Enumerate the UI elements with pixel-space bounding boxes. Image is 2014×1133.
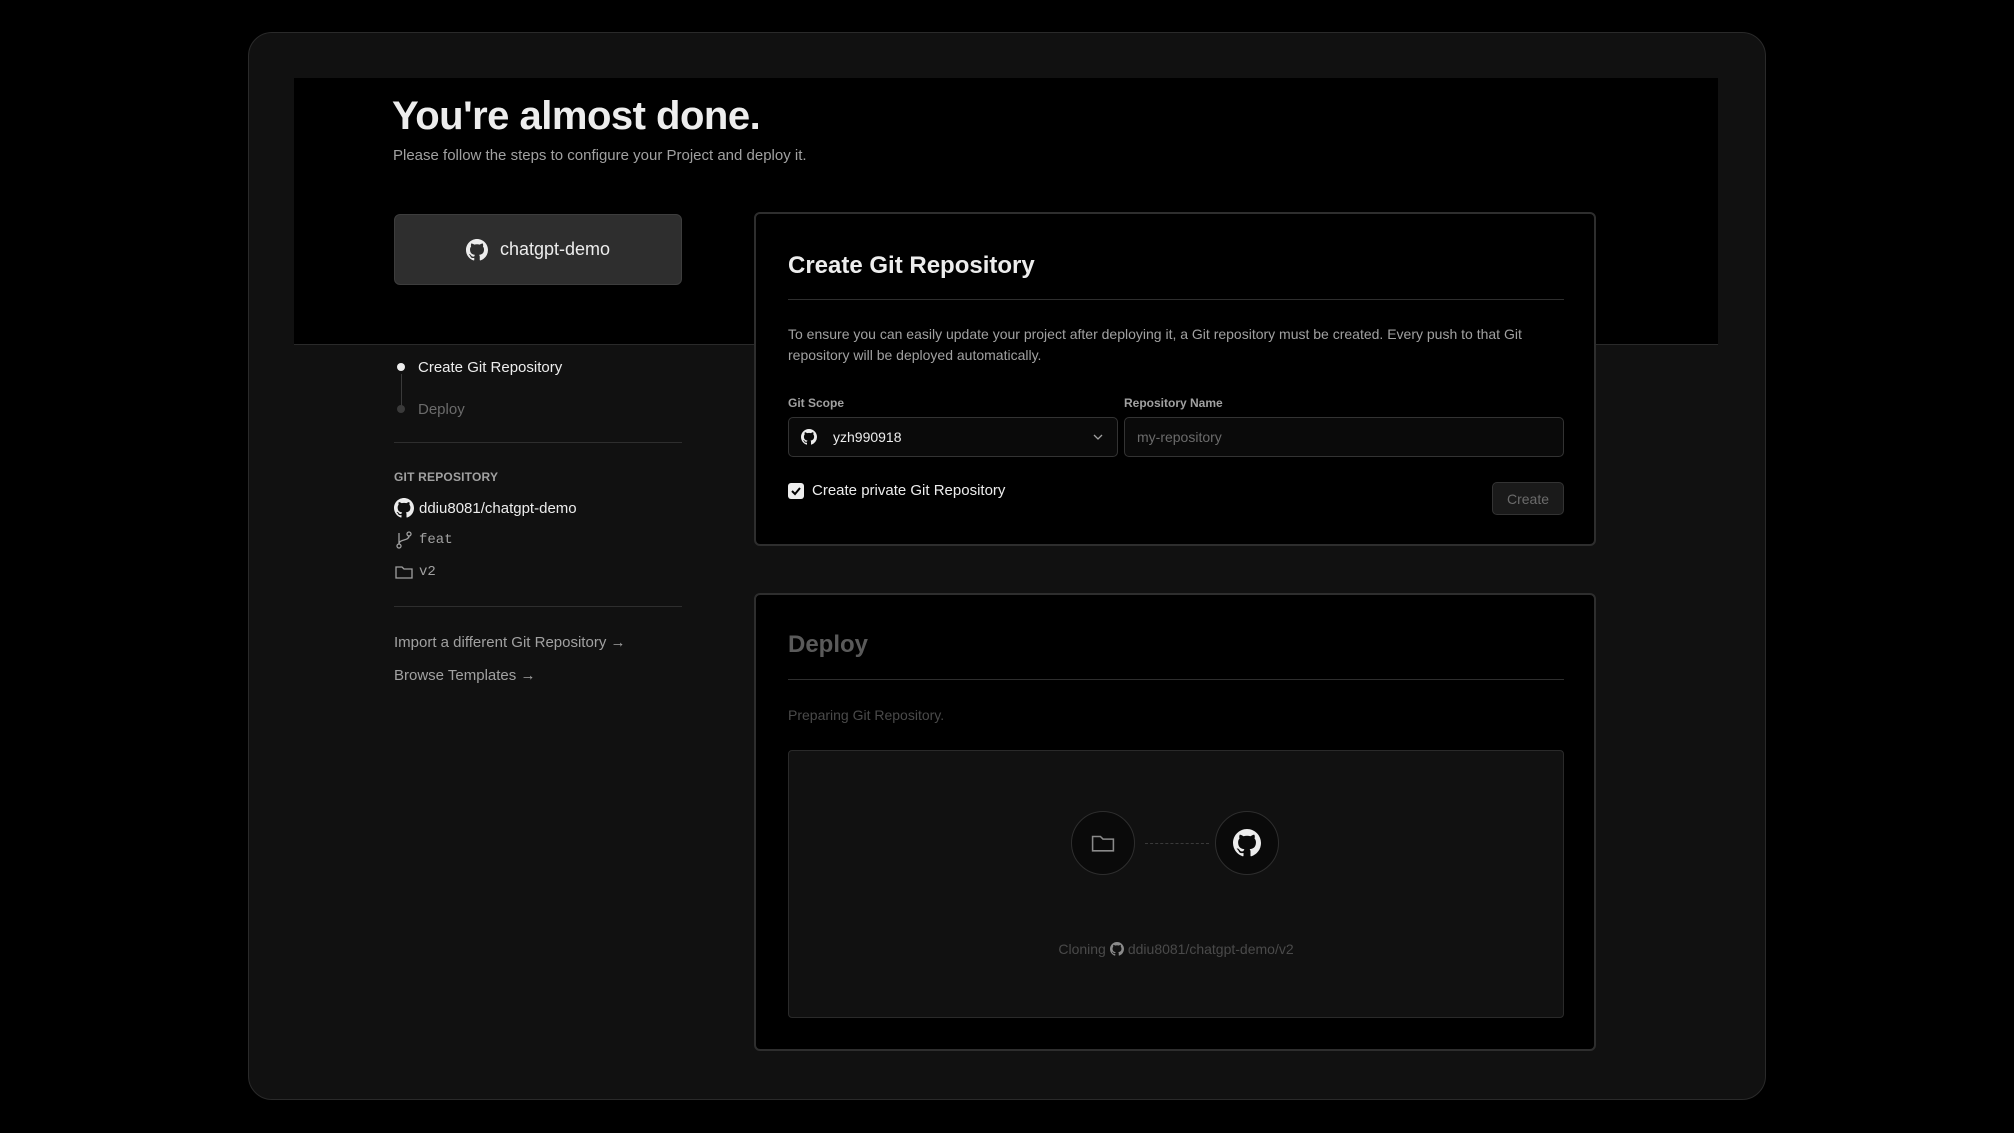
chevron-down-icon (1091, 430, 1105, 444)
sidebar-divider (394, 606, 682, 607)
github-icon (465, 238, 488, 261)
page-title: You're almost done. (392, 94, 761, 138)
create-button[interactable]: Create (1492, 482, 1564, 515)
github-icon (1109, 942, 1124, 956)
step-deploy: Deploy (394, 396, 682, 422)
sidebar-divider (394, 442, 682, 443)
github-icon (801, 429, 817, 445)
folder-icon (1090, 830, 1116, 856)
private-repo-label: Create private Git Repository (812, 482, 1006, 499)
cloning-repo: ddiu8081/chatgpt-demo/v2 (1127, 941, 1294, 957)
step-label: Deploy (418, 400, 465, 418)
git-repo-row: ddiu8081/chatgpt-demo (394, 498, 577, 518)
git-repo-name: ddiu8081/chatgpt-demo (419, 499, 577, 517)
step-dot-inactive (397, 405, 405, 413)
step-label: Create Git Repository (418, 358, 563, 376)
step-list: Create Git Repository Deploy (394, 354, 682, 422)
card-description: To ensure you can easily update your pro… (788, 326, 1522, 363)
git-scope-value: yzh990918 (833, 429, 902, 445)
git-scope-select[interactable]: yzh990918 (788, 417, 1118, 457)
git-branch-name: feat (419, 532, 453, 548)
step-create-repo: Create Git Repository (394, 354, 682, 380)
browse-templates-link[interactable]: Browse Templates → (394, 667, 535, 684)
github-icon (394, 498, 414, 518)
deploy-status: Preparing Git Repository. (788, 707, 945, 723)
private-repo-checkbox-row[interactable]: Create private Git Repository (788, 482, 1005, 499)
card-divider (788, 299, 1564, 300)
private-repo-checkbox[interactable] (788, 482, 804, 499)
repository-name-label: Repository Name (1124, 396, 1223, 410)
github-circle (1215, 811, 1279, 875)
folder-icon (394, 562, 414, 582)
step-dot-active (397, 363, 405, 371)
repo-button-label: chatgpt-demo (499, 239, 611, 259)
deploy-card: Deploy Preparing Git Repository. Cloning… (754, 593, 1596, 1051)
clone-progress-panel: Cloning ddiu8081/chatgpt-demo/v2 (788, 750, 1564, 1018)
card-divider (788, 679, 1564, 680)
git-directory-row: v2 (394, 562, 436, 582)
connection-line (1145, 843, 1209, 844)
cloning-prefix: Cloning (1058, 941, 1106, 957)
github-icon (1233, 829, 1261, 857)
git-repository-heading: GIT REPOSITORY (394, 470, 499, 484)
card-title: Create Git Repository (788, 252, 1035, 279)
import-different-repo-link[interactable]: Import a different Git Repository → (394, 634, 625, 651)
folder-circle (1071, 811, 1135, 875)
git-branch-row: feat (394, 530, 453, 550)
repo-button[interactable]: chatgpt-demo (394, 214, 682, 285)
git-directory-name: v2 (419, 564, 436, 580)
page-subtitle: Please follow the steps to configure you… (393, 147, 807, 164)
git-scope-label: Git Scope (788, 396, 845, 410)
repository-name-input[interactable] (1124, 417, 1564, 457)
create-git-repository-card: Create Git Repository To ensure you can … (754, 212, 1596, 546)
git-branch-icon (394, 530, 414, 550)
cloning-status: Cloning ddiu8081/chatgpt-demo/v2 (789, 941, 1563, 957)
card-title: Deploy (788, 631, 869, 658)
